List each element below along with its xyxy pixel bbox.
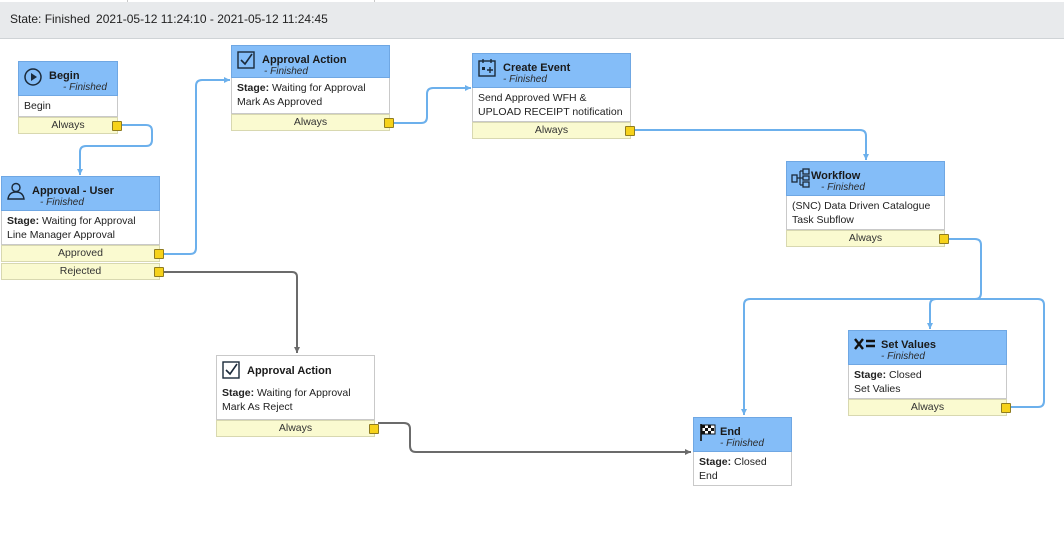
body-line-2: Mark As Approved	[237, 96, 323, 108]
stage-label: Stage:	[7, 215, 40, 227]
condition-rejected[interactable]: Rejected	[1, 263, 164, 280]
approval-user-header[interactable]: Approval - User - Finished	[1, 176, 160, 211]
condition-label: Always	[278, 422, 313, 434]
set-values-body: Stage: Closed Set Valies	[848, 365, 1007, 399]
node-title: Approval Action	[262, 54, 347, 66]
set-values-header[interactable]: Set Values - Finished	[848, 330, 1007, 365]
node-status: - Finished	[720, 438, 764, 449]
node-title: End	[720, 426, 741, 438]
stage-value: Waiting for Approval	[272, 82, 366, 94]
approval-action-node[interactable]: Approval Action - Finished Stage: Waitin…	[231, 45, 394, 131]
connector-approved-to-approval-action	[160, 77, 230, 255]
create-event-body: Send Approved WFH & UPLOAD RECEIPT notif…	[472, 88, 631, 122]
body-text: Begin	[24, 100, 51, 112]
node-title: Approval Action	[247, 365, 332, 377]
play-icon	[24, 68, 42, 86]
begin-body: Begin	[18, 96, 118, 117]
output-port[interactable]	[154, 249, 164, 259]
output-port[interactable]	[369, 424, 379, 434]
body-line-2: Mark As Reject	[222, 401, 293, 413]
output-port[interactable]	[384, 118, 394, 128]
body-line-1: Send Approved WFH &	[478, 92, 587, 104]
node-title: Set Values	[881, 339, 937, 351]
output-port[interactable]	[112, 121, 122, 131]
connector-workflow-to-set-values	[927, 298, 981, 329]
node-title: Begin	[49, 70, 80, 82]
node-status: - Finished	[503, 74, 547, 85]
condition-always[interactable]: Always	[472, 122, 635, 139]
approval-action-body: Stage: Waiting for Approval Mark As Appr…	[231, 78, 390, 114]
body-line-2: Set Valies	[854, 383, 901, 395]
connector-rejected-to-approval-action-reject	[160, 271, 300, 353]
node-status: - Finished	[63, 82, 107, 93]
condition-label: Always	[910, 401, 945, 413]
connector-approval-reject-to-end	[378, 422, 691, 455]
node-status: - Finished	[821, 182, 865, 193]
condition-label: Always	[848, 232, 883, 244]
end-header[interactable]: End - Finished	[693, 417, 792, 452]
node-title: Create Event	[503, 62, 571, 74]
set-values-node[interactable]: Set Values - Finished Stage: Closed Set …	[848, 330, 1011, 416]
workflow-header[interactable]: Workflow - Finished	[786, 161, 945, 196]
stage-label: Stage:	[699, 456, 732, 468]
output-port[interactable]	[154, 267, 164, 277]
create-event-node[interactable]: Create Event - Finished Send Approved WF…	[472, 53, 635, 139]
approval-action-header[interactable]: Approval Action - Finished	[231, 45, 390, 78]
condition-always[interactable]: Always	[216, 420, 379, 437]
node-title: Workflow	[811, 170, 861, 182]
end-body: Stage: Closed End	[693, 452, 792, 486]
subflow-icon	[791, 168, 810, 188]
approval-user-body: Stage: Waiting for Approval Line Manager…	[1, 211, 160, 245]
condition-approved[interactable]: Approved	[1, 245, 164, 262]
begin-node[interactable]: Begin - Finished Begin Always	[18, 61, 122, 134]
checkbox-icon	[237, 51, 255, 69]
condition-label: Rejected	[59, 265, 102, 277]
condition-label: Always	[293, 116, 328, 128]
connector-create-event-to-workflow	[633, 129, 869, 160]
end-node[interactable]: End - Finished Stage: Closed End	[693, 417, 792, 486]
body-line-1: (SNC) Data Driven Catalogue	[792, 200, 931, 212]
begin-header[interactable]: Begin - Finished	[18, 61, 118, 96]
condition-always[interactable]: Always	[848, 399, 1011, 416]
condition-label: Always	[51, 119, 85, 131]
condition-always[interactable]: Always	[18, 117, 122, 134]
stage-label: Stage:	[222, 387, 255, 399]
connector-approval-action-to-create-event	[392, 85, 471, 124]
x-equals-icon	[854, 338, 875, 350]
condition-always[interactable]: Always	[786, 230, 949, 247]
body-line-2: Task Subflow	[792, 214, 854, 226]
condition-always[interactable]: Always	[231, 114, 394, 131]
output-port[interactable]	[939, 234, 949, 244]
node-title: Approval - User	[32, 185, 114, 197]
create-event-header[interactable]: Create Event - Finished	[472, 53, 631, 88]
node-status: - Finished	[40, 197, 84, 208]
stage-value: Waiting for Approval	[42, 215, 136, 227]
calendar-icon	[478, 59, 496, 77]
checkered-flag-icon	[700, 424, 716, 441]
checkbox-icon	[222, 361, 240, 379]
condition-label: Always	[534, 124, 569, 136]
workflow-node[interactable]: Workflow - Finished (SNC) Data Driven Ca…	[786, 161, 949, 247]
user-icon	[7, 182, 25, 200]
stage-label: Stage:	[237, 82, 270, 94]
stage-value: Closed	[734, 456, 767, 468]
condition-label: Approved	[58, 247, 103, 259]
approval-user-node[interactable]: Approval - User - Finished Stage: Waitin…	[1, 176, 164, 281]
output-port[interactable]	[625, 126, 635, 136]
node-status: - Finished	[264, 66, 308, 77]
body-line-2: End	[699, 470, 718, 482]
body-line-2: UPLOAD RECEIPT notification	[478, 106, 623, 118]
approval-action-reject-node[interactable]: Approval Action Stage: Waiting for Appro…	[216, 355, 379, 437]
stage-value: Closed	[889, 369, 922, 381]
stage-label: Stage:	[854, 369, 887, 381]
workflow-body: (SNC) Data Driven Catalogue Task Subflow	[786, 196, 945, 230]
node-status: - Finished	[881, 351, 925, 362]
output-port[interactable]	[1001, 403, 1011, 413]
approval-action-reject-body: Approval Action Stage: Waiting for Appro…	[216, 355, 375, 420]
body-line-2: Line Manager Approval	[7, 229, 115, 241]
stage-value: Waiting for Approval	[257, 387, 351, 399]
